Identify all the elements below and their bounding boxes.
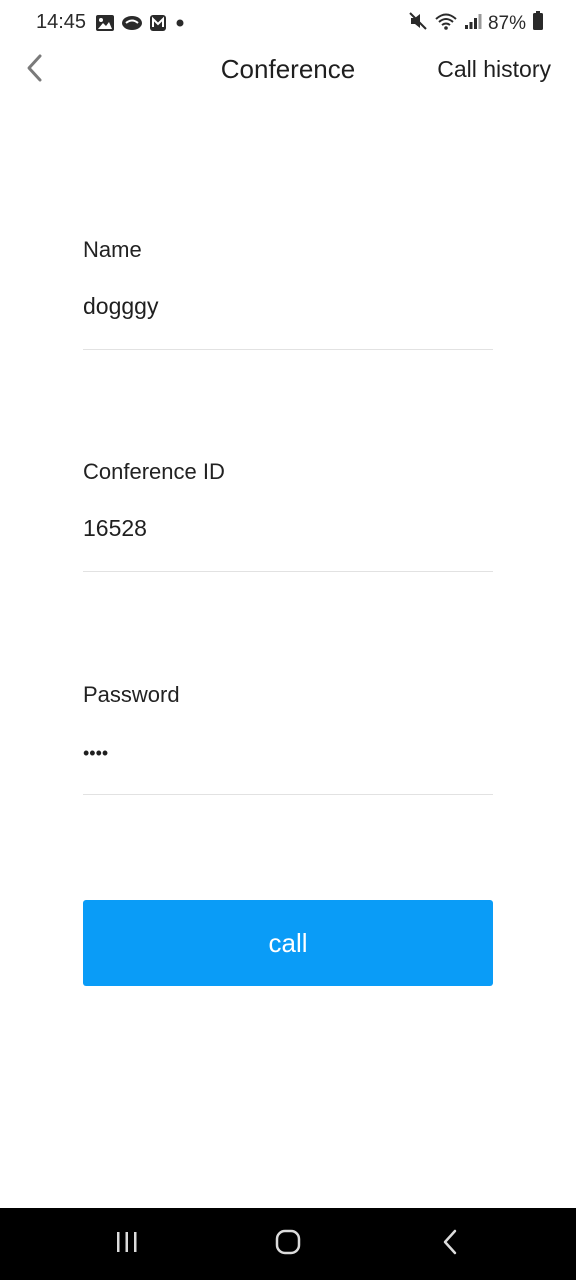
gallery-icon — [95, 14, 115, 37]
recent-apps-button[interactable] — [87, 1208, 167, 1280]
status-bar: 14:45 87% — [0, 0, 576, 48]
cloud-app-icon — [121, 14, 143, 37]
name-label: Name — [83, 237, 142, 262]
conference-id-divider — [83, 571, 493, 572]
signal-icon — [464, 12, 482, 35]
nav-back-button[interactable] — [410, 1208, 490, 1280]
password-divider — [83, 794, 493, 795]
password-masked-value: •••• — [83, 743, 109, 763]
name-divider — [83, 349, 493, 350]
home-button[interactable] — [248, 1208, 328, 1280]
name-field-group: Name — [83, 235, 493, 350]
conference-id-label: Conference ID — [83, 459, 225, 484]
conference-id-field-group: Conference ID — [83, 457, 493, 572]
home-icon — [274, 1228, 302, 1261]
password-field-group: Password •••• — [83, 680, 493, 795]
call-history-link[interactable]: Call history — [437, 56, 551, 83]
dot-icon — [173, 16, 187, 35]
conference-id-input[interactable] — [83, 511, 493, 545]
password-input[interactable]: •••• — [83, 734, 493, 768]
app-m-icon — [149, 14, 167, 37]
wifi-icon — [434, 11, 458, 36]
recent-apps-icon — [114, 1230, 140, 1259]
app-header: Conference Call history — [0, 48, 576, 94]
call-button-label: call — [268, 927, 308, 958]
password-label: Password — [83, 682, 180, 707]
system-nav-bar — [0, 1208, 576, 1280]
battery-icon — [532, 11, 544, 36]
status-time: 14:45 — [36, 11, 87, 33]
chevron-left-icon — [440, 1228, 460, 1261]
status-system-icons: 87% — [408, 11, 544, 36]
name-input[interactable] — [83, 289, 493, 323]
mute-icon — [408, 11, 428, 36]
call-button[interactable]: call — [83, 900, 493, 986]
status-notification-icons — [95, 14, 187, 37]
battery-percent: 87% — [487, 12, 526, 34]
